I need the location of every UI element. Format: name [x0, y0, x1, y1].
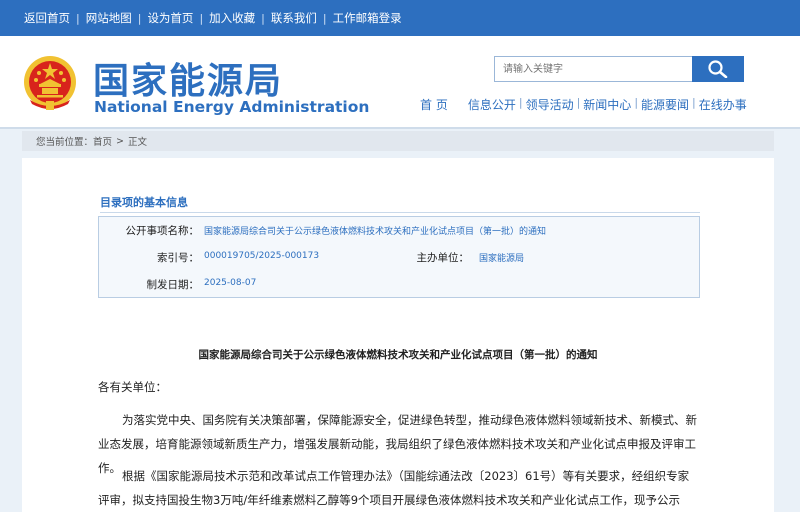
info-label: 制发日期：: [146, 279, 200, 291]
info-row-date: 制发日期： 2025-08-07: [99, 277, 699, 293]
site-header: 国家能源局 National Energy Administration 首 页…: [0, 36, 800, 128]
info-label: 索引号：: [157, 252, 199, 264]
top-bar: 返回首页 | 网站地图 | 设为首页 | 加入收藏 | 联系我们 | 工作邮箱登…: [0, 0, 800, 36]
national-emblem-icon: [24, 56, 76, 110]
article-title: 国家能源局综合司关于公示绿色液体燃料技术攻关和产业化试点项目（第一批）的通知: [198, 349, 598, 361]
breadcrumb-home[interactable]: 首页: [93, 134, 112, 148]
top-link-contact[interactable]: 联系我们: [271, 10, 317, 26]
header-divider: [0, 127, 800, 129]
info-value: 国家能源局: [479, 254, 525, 264]
info-label: 公开事项名称：: [125, 225, 200, 237]
breadcrumb: 您当前位置： 首页 > 正文: [22, 131, 774, 151]
info-row-subject: 公开事项名称： 国家能源局综合司关于公示绿色液体燃料技术攻关和产业化试点项目（第…: [99, 223, 699, 239]
separator: |: [199, 11, 204, 25]
breadcrumb-separator: >: [116, 135, 124, 147]
separator: |: [261, 11, 265, 25]
site-title-en: National Energy Administration: [94, 98, 370, 116]
search-button[interactable]: [692, 56, 744, 82]
top-link-bookmark[interactable]: 加入收藏: [209, 10, 255, 26]
separator: |: [322, 11, 327, 25]
info-row-index: 索引号： 000019705/2025-000173 主办单位： 国家能源局: [99, 250, 699, 266]
info-label: 主办单位：: [416, 252, 470, 264]
search-input[interactable]: [494, 56, 692, 82]
search-icon: [708, 60, 728, 78]
info-value: 国家能源局综合司关于公示绿色液体燃料技术攻关和产业化试点项目（第一批）的通知: [204, 227, 547, 237]
search-bar: [494, 56, 744, 82]
article-container: 目录项的基本信息 公开事项名称： 国家能源局综合司关于公示绿色液体燃料技术攻关和…: [22, 158, 774, 512]
separator: |: [634, 96, 639, 109]
separator: |: [137, 11, 142, 25]
nav-energy-news[interactable]: 能源要闻: [641, 96, 689, 114]
info-table: 公开事项名称： 国家能源局综合司关于公示绿色液体燃料技术攻关和产业化试点项目（第…: [98, 216, 700, 298]
separator: |: [76, 11, 80, 25]
nav-info-disclosure[interactable]: 信息公开: [468, 96, 516, 114]
info-heading: 目录项的基本信息: [100, 196, 188, 209]
top-link-mail-login[interactable]: 工作邮箱登录: [333, 10, 402, 26]
top-link-sitemap[interactable]: 网站地图: [86, 10, 132, 26]
separator: |: [576, 96, 581, 109]
info-divider: [100, 212, 700, 213]
nav-leader-activities[interactable]: 领导活动: [526, 96, 574, 114]
site-title-cn: 国家能源局: [93, 61, 284, 102]
info-value: 000019705/2025-000173: [204, 251, 320, 261]
main-nav: 首 页 信息公开 | 领导活动 | 新闻中心 | 能源要闻 | 在线办事: [420, 96, 747, 114]
separator: |: [692, 96, 696, 109]
nav-news-center[interactable]: 新闻中心: [583, 96, 631, 114]
breadcrumb-prefix: 您当前位置：: [36, 137, 94, 148]
top-link-set-homepage[interactable]: 设为首页: [147, 10, 193, 26]
breadcrumb-current: 正文: [128, 137, 148, 148]
nav-online-services[interactable]: 在线办事: [699, 96, 747, 114]
info-value: 2025-08-07: [204, 278, 257, 288]
separator: |: [518, 96, 523, 109]
top-nav: 返回首页 | 网站地图 | 设为首页 | 加入收藏 | 联系我们 | 工作邮箱登…: [24, 0, 402, 36]
article-paragraph: 根据《国家能源局技术示范和改革试点工作管理办法》（国能综通法改〔2023〕61号…: [98, 469, 690, 507]
top-link-home[interactable]: 返回首页: [24, 10, 70, 26]
nav-home[interactable]: 首 页: [420, 96, 448, 114]
article-salutation: 各有关单位：: [98, 380, 167, 394]
